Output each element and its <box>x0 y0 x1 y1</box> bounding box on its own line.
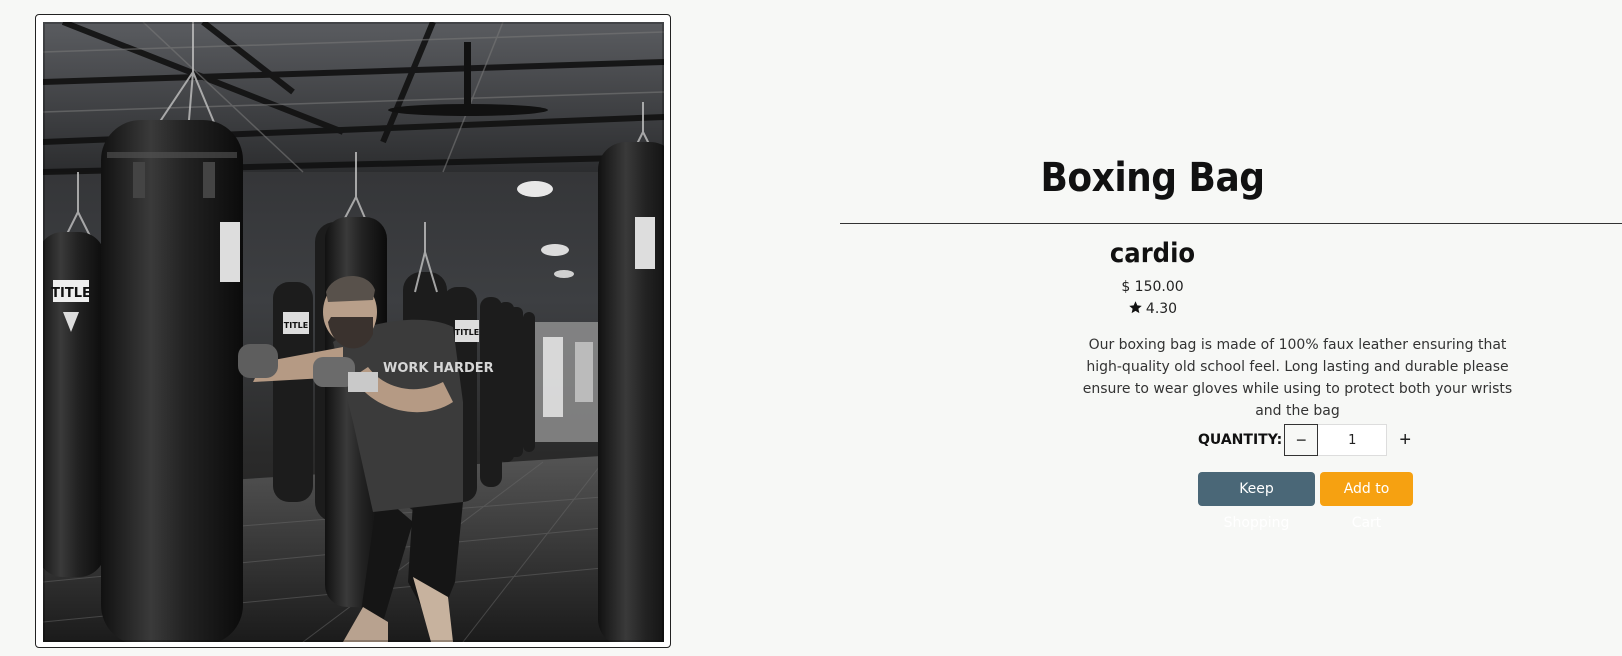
product-title: Boxing Bag <box>1040 155 1265 201</box>
title-divider <box>840 223 1622 224</box>
keep-shopping-button[interactable]: Keep Shopping <box>1198 472 1315 531</box>
product-details: Boxing Bag cardio $ 150.00 4.30 Our boxi… <box>840 0 1622 656</box>
bag-brand-right: TITLE <box>455 328 479 337</box>
boxing-gym-photo: TITLE TITLE TITLE WORK HARDER <box>43 22 664 642</box>
product-price: $ 150.00 <box>1121 279 1184 295</box>
bag-brand-left: TITLE <box>51 286 91 301</box>
bag-brand-mid: TITLE <box>284 321 308 330</box>
rating-value: 4.30 <box>1145 301 1178 317</box>
plus-icon: + <box>1399 428 1412 451</box>
quantity-selector: QUANTITY: − + <box>1198 423 1423 457</box>
minus-icon: − <box>1295 429 1307 450</box>
quantity-input[interactable] <box>1318 424 1388 456</box>
product-category: cardio <box>1109 238 1196 269</box>
shirt-text: WORK HARDER <box>383 361 494 376</box>
quantity-label: QUANTITY: <box>1198 432 1283 448</box>
product-image: TITLE TITLE TITLE WORK HARDER <box>43 22 664 642</box>
increment-button[interactable]: + <box>1387 424 1423 456</box>
decrement-button[interactable]: − <box>1284 424 1319 456</box>
product-description: Our boxing bag is made of 100% faux leat… <box>1082 337 1513 419</box>
star-icon <box>1129 301 1142 314</box>
product-image-frame: TITLE TITLE TITLE WORK HARDER <box>35 14 671 648</box>
product-rating: 4.30 <box>840 300 1465 318</box>
action-buttons: Keep Shopping Add to Cart <box>1198 472 1413 531</box>
add-to-cart-button[interactable]: Add to Cart <box>1320 472 1413 531</box>
